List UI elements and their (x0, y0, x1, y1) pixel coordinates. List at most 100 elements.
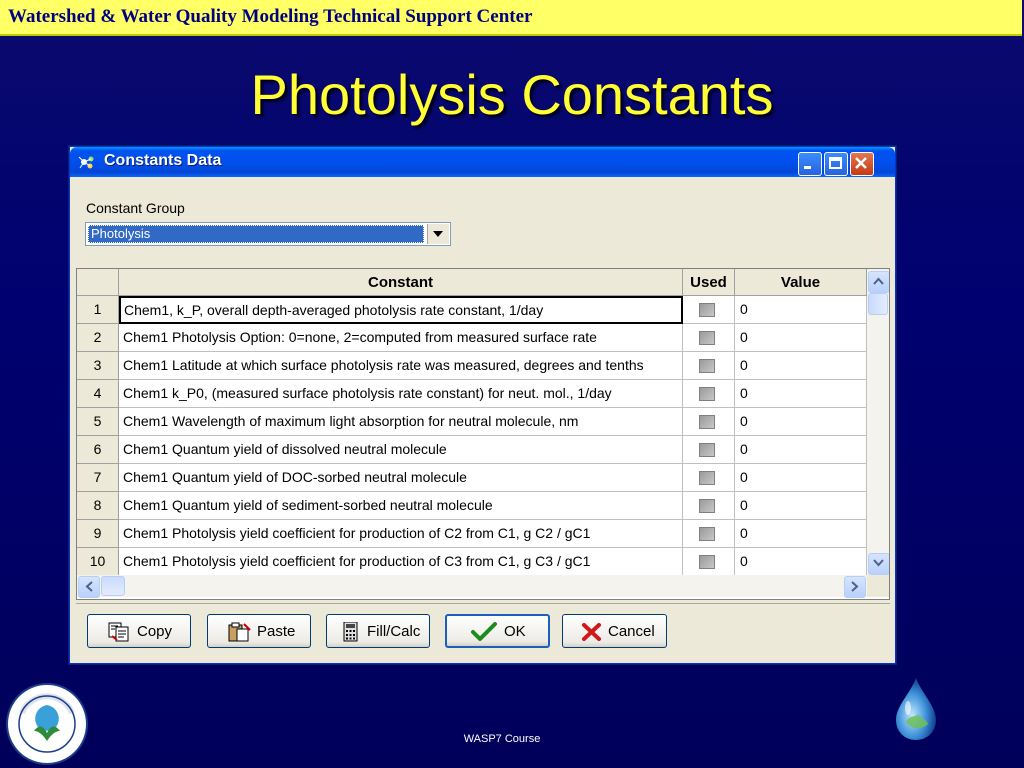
constant-cell[interactable]: Chem1 Photolysis yield coefficient for p… (119, 520, 683, 548)
window-title: Constants Data (104, 152, 222, 169)
scroll-up-button[interactable] (868, 271, 889, 293)
scroll-left-button[interactable] (78, 576, 100, 598)
ok-button[interactable]: OK (445, 614, 550, 648)
minimize-icon (804, 166, 811, 169)
dropdown-button[interactable] (427, 224, 449, 244)
copy-icon (108, 622, 129, 642)
constant-cell[interactable]: Chem1, k_P, overall depth-averaged photo… (119, 296, 683, 324)
row-number: 7 (77, 464, 119, 492)
constant-cell[interactable]: Chem1 Quantum yield of sediment-sorbed n… (119, 492, 683, 520)
constant-cell[interactable]: Chem1 Quantum yield of DOC-sorbed neutra… (119, 464, 683, 492)
value-cell[interactable]: 0 (735, 520, 867, 548)
used-checkbox[interactable] (699, 555, 715, 569)
column-header-value[interactable]: Value (735, 269, 867, 296)
value-cell[interactable]: 0 (735, 492, 867, 520)
used-checkbox[interactable] (699, 443, 715, 457)
used-cell[interactable] (683, 352, 735, 380)
value-cell[interactable]: 0 (735, 352, 867, 380)
horizontal-scroll-thumb[interactable] (101, 576, 125, 596)
used-cell[interactable] (683, 492, 735, 520)
constant-cell[interactable]: Chem1 Photolysis yield coefficient for p… (119, 548, 683, 576)
cancel-x-icon (582, 623, 601, 641)
used-checkbox[interactable] (699, 331, 715, 345)
banner-text: Watershed & Water Quality Modeling Techn… (8, 6, 533, 27)
used-checkbox[interactable] (699, 415, 715, 429)
vertical-scrollbar[interactable] (867, 269, 889, 575)
fill-calc-label: Fill/Calc (367, 623, 421, 640)
minimize-button[interactable] (798, 152, 822, 176)
used-cell[interactable] (683, 464, 735, 492)
constant-group-value: Photolysis (88, 225, 424, 243)
table-row: 2 Chem1 Photolysis Option: 0=none, 2=com… (77, 324, 867, 352)
constant-cell[interactable]: Chem1 Quantum yield of dissolved neutral… (119, 436, 683, 464)
scroll-down-button[interactable] (868, 553, 889, 575)
used-checkbox[interactable] (699, 387, 715, 401)
fill-calc-button[interactable]: Fill/Calc (326, 614, 430, 648)
used-cell[interactable] (683, 408, 735, 436)
row-number: 6 (77, 436, 119, 464)
value-cell[interactable]: 0 (735, 296, 867, 324)
used-cell[interactable] (683, 436, 735, 464)
table-row: 3 Chem1 Latitude at which surface photol… (77, 352, 867, 380)
header-banner: Watershed & Water Quality Modeling Techn… (0, 0, 1022, 36)
slide-title: Photolysis Constants (250, 63, 774, 126)
table-row: 5 Chem1 Wavelength of maximum light abso… (77, 408, 867, 436)
scrollbar-corner (867, 575, 889, 597)
scroll-right-button[interactable] (844, 576, 866, 598)
used-cell[interactable] (683, 380, 735, 408)
close-icon (855, 157, 867, 169)
used-checkbox[interactable] (699, 471, 715, 485)
constant-cell[interactable]: Chem1 Latitude at which surface photolys… (119, 352, 683, 380)
app-icon (78, 156, 94, 169)
value-cell[interactable]: 0 (735, 408, 867, 436)
cancel-label: Cancel (608, 623, 655, 640)
paste-icon (228, 622, 251, 642)
table-row: 10 Chem1 Photolysis yield coefficient fo… (77, 548, 867, 576)
used-cell[interactable] (683, 520, 735, 548)
used-cell[interactable] (683, 548, 735, 576)
row-number: 2 (77, 324, 119, 352)
cancel-button[interactable]: Cancel (562, 614, 667, 648)
row-number: 9 (77, 520, 119, 548)
value-cell[interactable]: 0 (735, 464, 867, 492)
used-cell[interactable] (683, 324, 735, 352)
constant-cell[interactable]: Chem1 Wavelength of maximum light absorp… (119, 408, 683, 436)
copy-button[interactable]: Copy (87, 614, 191, 648)
chevron-down-icon (873, 559, 884, 567)
chevron-right-icon (851, 581, 859, 592)
ok-label: OK (504, 623, 526, 640)
row-number: 1 (77, 296, 119, 324)
value-cell[interactable]: 0 (735, 548, 867, 576)
row-number: 5 (77, 408, 119, 436)
table-row: 6 Chem1 Quantum yield of dissolved neutr… (77, 436, 867, 464)
horizontal-scrollbar[interactable] (77, 575, 867, 598)
constant-group-label: Constant Group (86, 200, 185, 216)
constant-cell[interactable]: Chem1 Photolysis Option: 0=none, 2=compu… (119, 324, 683, 352)
value-cell[interactable]: 0 (735, 380, 867, 408)
paste-label: Paste (257, 623, 296, 640)
constants-data-window: Constants Data Constant Group Photolysis… (69, 146, 896, 664)
checkmark-icon (471, 622, 497, 641)
used-checkbox[interactable] (699, 527, 715, 541)
window-titlebar[interactable]: Constants Data (70, 147, 895, 177)
row-number: 3 (77, 352, 119, 380)
constant-group-select[interactable]: Photolysis (85, 222, 451, 246)
row-number: 4 (77, 380, 119, 408)
used-checkbox[interactable] (699, 359, 715, 373)
close-button[interactable] (850, 152, 874, 176)
paste-button[interactable]: Paste (207, 614, 311, 648)
vertical-scroll-thumb[interactable] (868, 293, 888, 315)
used-checkbox[interactable] (699, 303, 715, 317)
constants-grid: Constant Used Value 1 Chem1, k_P, overal… (76, 268, 890, 600)
used-checkbox[interactable] (699, 499, 715, 513)
value-cell[interactable]: 0 (735, 436, 867, 464)
row-number: 8 (77, 492, 119, 520)
maximize-button[interactable] (824, 152, 848, 176)
value-cell[interactable]: 0 (735, 324, 867, 352)
footer-text: WASP7 Course (463, 733, 541, 745)
used-cell[interactable] (683, 296, 735, 324)
column-header-constant[interactable]: Constant (119, 269, 683, 296)
constant-cell[interactable]: Chem1 k_P0, (measured surface photolysis… (119, 380, 683, 408)
column-header-used[interactable]: Used (683, 269, 735, 296)
table-row: 9 Chem1 Photolysis yield coefficient for… (77, 520, 867, 548)
